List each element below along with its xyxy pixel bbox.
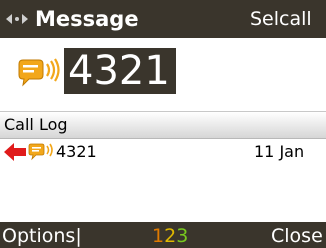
call-log-header: Call Log [0,111,326,139]
input-mode-digit: 2 [164,225,177,247]
close-softkey[interactable]: Close [271,224,326,248]
title-bar: Message Selcall [0,0,326,38]
left-right-arrows-icon [6,14,28,24]
outgoing-arrow-icon [4,143,26,161]
input-mode-indicator: 123 [152,224,188,248]
dialed-number-display[interactable]: 4321 [64,48,176,94]
message-icon [28,143,53,161]
softkey-bar: Options| 123 Close [0,222,326,248]
input-mode-digit: 3 [176,225,189,247]
call-log-date: 11 Jan [254,142,305,161]
options-softkey[interactable]: Options| [2,224,82,248]
page-title: Message [35,7,139,31]
call-log-number: 4321 [56,142,97,161]
phone-screen: Message Selcall 4321 Call Log 4321 11 Ja… [0,0,326,248]
call-log-item[interactable]: 4321 11 Jan [0,140,326,164]
number-entry-row: 4321 [0,38,326,98]
call-log-label: Call Log [4,115,68,134]
input-mode-digit: 1 [152,225,165,247]
selcall-button[interactable]: Selcall [250,5,326,33]
message-sending-icon [18,58,60,87]
